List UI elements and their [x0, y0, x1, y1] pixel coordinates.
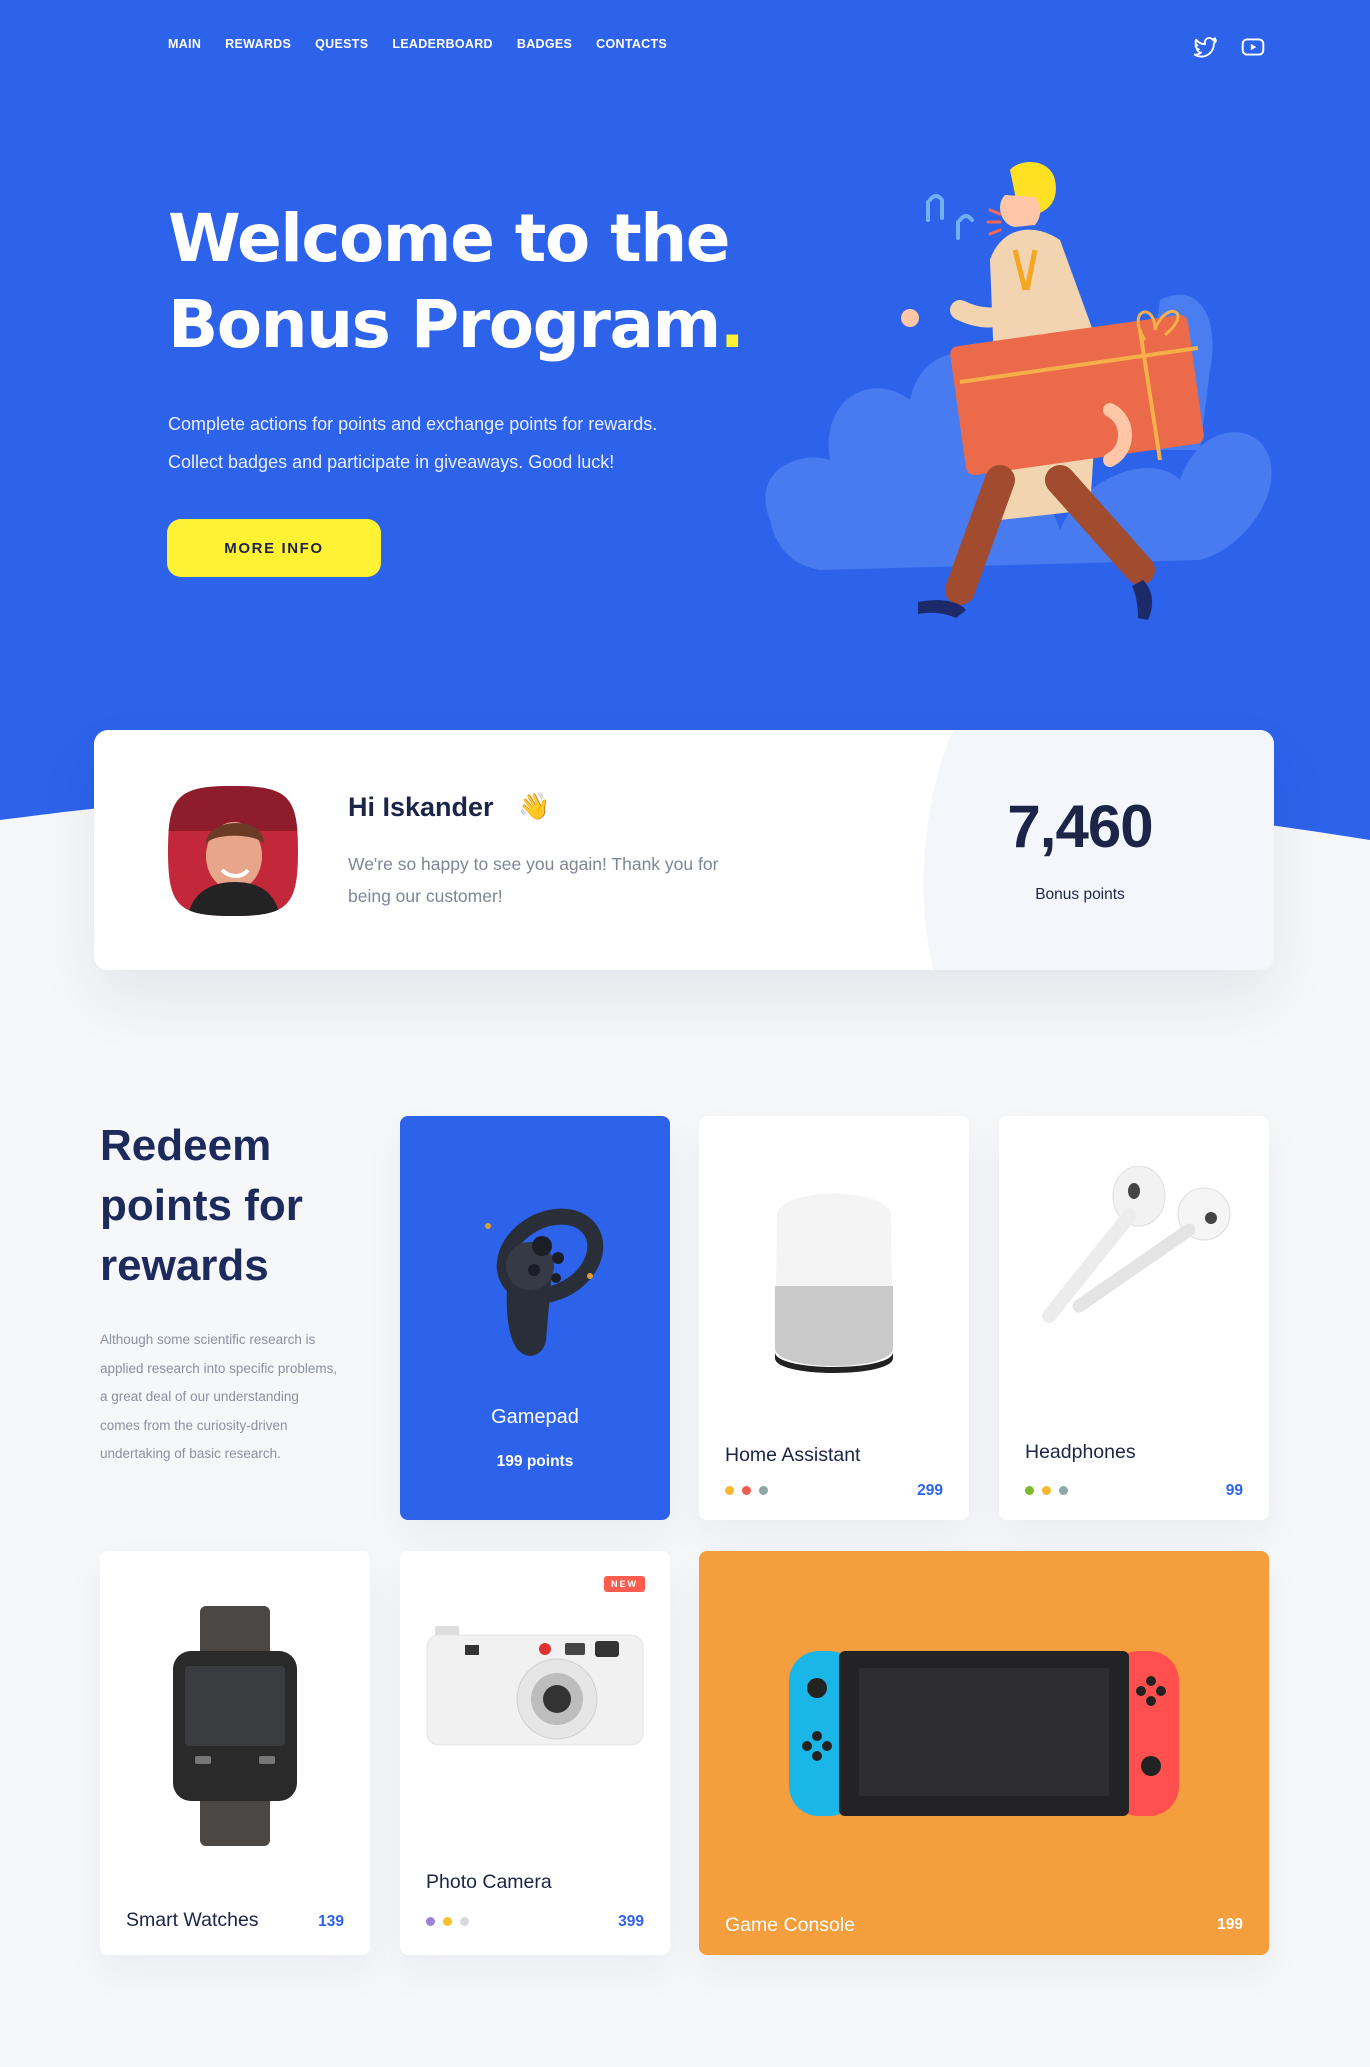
color-dot-gray[interactable] — [1059, 1486, 1068, 1495]
hero-description: Complete actions for points and exchange… — [168, 405, 728, 481]
reward-card-photo-camera[interactable]: NEW Photo Camera 399 — [400, 1551, 670, 1955]
new-badge: NEW — [604, 1576, 645, 1592]
hero-title: Welcome to the Bonus Program. — [168, 196, 788, 368]
reward-name: Headphones — [1025, 1441, 1136, 1463]
reward-price: 139 — [318, 1913, 344, 1930]
hero-desc-line1: Complete actions for points and exchange… — [168, 414, 658, 434]
home-assistant-image — [775, 1193, 893, 1373]
hero-title-line1: Welcome to the — [168, 200, 730, 277]
more-info-button[interactable]: MORE INFO — [167, 519, 381, 577]
bonus-points-label: Bonus points — [1035, 886, 1125, 903]
social-links — [1192, 34, 1266, 60]
reward-price: 199 points — [496, 1453, 574, 1470]
reward-name: Smart Watches — [126, 1909, 259, 1931]
reward-name: Home Assistant — [725, 1444, 861, 1466]
twitter-icon[interactable] — [1192, 34, 1218, 60]
gamepad-image — [485, 1208, 604, 1356]
headphones-image — [1042, 1166, 1231, 1323]
hero-title-dot: . — [719, 286, 745, 363]
avatar — [168, 786, 298, 916]
reward-name: Game Console — [725, 1914, 856, 1936]
color-options — [1025, 1486, 1068, 1495]
color-dot-red[interactable] — [742, 1486, 751, 1495]
reward-card-gamepad[interactable]: Gamepad 199 points — [400, 1116, 670, 1520]
reward-card-game-console[interactable]: Game Console 199 — [699, 1551, 1269, 1955]
greeting-message: We're so happy to see you again! Thank y… — [348, 854, 719, 906]
nav-contacts[interactable]: CONTACTS — [596, 37, 667, 51]
hero-title-line2: Bonus Program — [168, 286, 721, 363]
reward-name: Gamepad — [491, 1406, 579, 1428]
nav-main[interactable]: MAIN — [168, 37, 201, 51]
color-dot-green[interactable] — [1025, 1486, 1034, 1495]
reward-price: 199 — [1217, 1916, 1243, 1933]
greeting-title: Hi Iskander — [348, 792, 494, 822]
game-console-image — [789, 1651, 1179, 1816]
color-dot-gray[interactable] — [460, 1917, 469, 1926]
waving-hand-icon: 👋 — [518, 792, 551, 822]
reward-card-smart-watches[interactable]: Smart Watches 139 — [100, 1551, 370, 1955]
color-options — [426, 1917, 469, 1926]
color-dot-yellow[interactable] — [443, 1917, 452, 1926]
rewards-section-title: Redeem points for rewards — [100, 1121, 303, 1290]
nav-leaderboard[interactable]: LEADERBOARD — [392, 37, 493, 51]
nav-quests[interactable]: QUESTS — [315, 37, 368, 51]
nav-badges[interactable]: BADGES — [517, 37, 572, 51]
color-options — [725, 1486, 768, 1495]
color-dot-yellow[interactable] — [725, 1486, 734, 1495]
bonus-points-value: 7,460 — [1007, 793, 1153, 860]
youtube-icon[interactable] — [1240, 34, 1266, 60]
reward-price: 399 — [618, 1913, 644, 1930]
rewards-section-description: Although some scientific research is app… — [100, 1332, 338, 1461]
gift-carrier-illustration — [765, 161, 1272, 620]
hero-desc-line2: Collect badges and participate in giveaw… — [168, 452, 615, 472]
main-nav: MAIN REWARDS QUESTS LEADERBOARD BADGES C… — [168, 37, 667, 51]
reward-price: 299 — [917, 1482, 943, 1499]
reward-card-home-assistant[interactable]: Home Assistant 299 — [699, 1116, 969, 1520]
user-summary-card: Hi Iskander 👋 We're so happy to see you … — [94, 730, 1274, 970]
color-dot-yellow[interactable] — [1042, 1486, 1051, 1495]
reward-name: Photo Camera — [426, 1871, 552, 1893]
smart-watch-image — [173, 1606, 297, 1846]
color-dot-gray[interactable] — [759, 1486, 768, 1495]
camera-image — [426, 1626, 644, 1746]
reward-price: 99 — [1225, 1482, 1243, 1499]
reward-card-headphones[interactable]: Headphones 99 — [999, 1116, 1269, 1520]
color-dot-purple[interactable] — [426, 1917, 435, 1926]
nav-rewards[interactable]: REWARDS — [225, 37, 291, 51]
